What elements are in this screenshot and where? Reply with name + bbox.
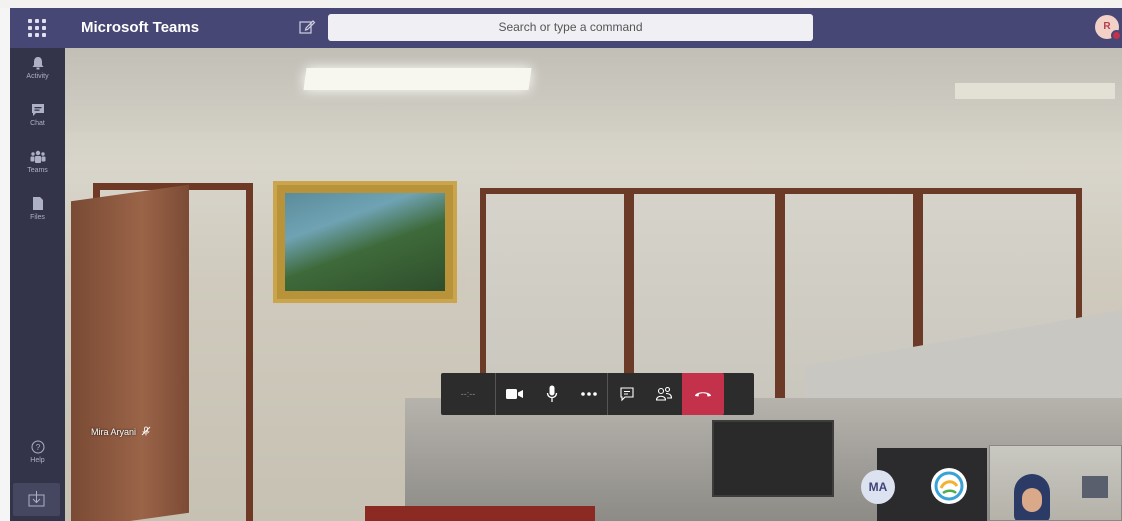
participant-name: Mira Aryani — [91, 427, 137, 437]
help-icon: ? — [31, 440, 44, 454]
bell-icon — [32, 57, 43, 70]
title-strip — [0, 0, 1122, 8]
video-stage: Mira Aryani --:-- MA — [65, 48, 1122, 521]
video-ceiling-light — [955, 83, 1115, 99]
hang-up-icon — [695, 392, 711, 397]
organization-logo-icon — [934, 471, 964, 501]
participants-icon — [655, 386, 672, 401]
rail-item-activity[interactable]: Activity — [10, 56, 65, 80]
video-painting — [273, 181, 457, 303]
self-video-background — [1082, 476, 1108, 498]
rail-item-files[interactable]: Files — [10, 196, 65, 221]
hang-up-button[interactable] — [682, 373, 724, 415]
file-icon — [32, 197, 43, 210]
rail-item-help[interactable]: ? Help — [10, 440, 65, 464]
microphone-icon — [546, 385, 557, 402]
mic-muted-icon — [141, 426, 150, 436]
camera-button[interactable] — [496, 373, 533, 415]
camera-icon — [505, 389, 523, 399]
chat-icon — [31, 104, 44, 116]
conversation-icon — [619, 387, 634, 402]
svg-text:?: ? — [35, 443, 40, 452]
call-control-bar: --:-- — [441, 373, 754, 415]
video-ceiling-light — [303, 68, 532, 90]
new-chat-icon[interactable] — [298, 18, 316, 36]
more-icon — [580, 392, 597, 396]
profile-initial: R — [1103, 21, 1111, 32]
rail-item-label: Chat — [30, 120, 45, 127]
video-door — [71, 184, 189, 521]
search-input[interactable]: Search or type a command — [328, 14, 813, 41]
app-title: Microsoft Teams — [81, 19, 200, 36]
participant-avatar[interactable]: MA — [861, 470, 895, 504]
app-rail: Activity Chat Teams Files ? Help — [10, 48, 65, 521]
teams-icon — [30, 150, 45, 163]
self-video-face — [1022, 488, 1042, 512]
self-video-preview[interactable] — [989, 445, 1122, 521]
show-participants-button[interactable] — [645, 373, 682, 415]
call-timer: --:-- — [441, 373, 496, 415]
rail-item-chat[interactable]: Chat — [10, 103, 65, 127]
participant-label: Mira Aryani — [91, 426, 151, 437]
status-busy-icon — [1111, 30, 1122, 41]
app-launcher-icon[interactable] — [28, 19, 46, 37]
profile-avatar[interactable]: R — [1095, 15, 1122, 41]
show-conversation-button[interactable] — [608, 373, 645, 415]
download-icon — [28, 491, 45, 507]
video-foreground-object — [365, 506, 595, 521]
rail-item-label: Files — [30, 214, 45, 221]
rail-item-label: Teams — [27, 167, 48, 174]
rail-item-teams[interactable]: Teams — [10, 150, 65, 174]
participant-avatar-logo[interactable] — [931, 468, 967, 504]
video-monitor — [712, 420, 834, 497]
teams-window: Microsoft Teams Search or type a command… — [0, 0, 1122, 521]
more-actions-button[interactable] — [570, 373, 607, 415]
rail-item-label: Help — [30, 457, 45, 464]
microphone-button[interactable] — [533, 373, 570, 415]
download-app-button[interactable] — [13, 483, 60, 516]
rail-item-label: Activity — [26, 73, 49, 80]
top-header: Microsoft Teams Search or type a command… — [10, 8, 1122, 48]
